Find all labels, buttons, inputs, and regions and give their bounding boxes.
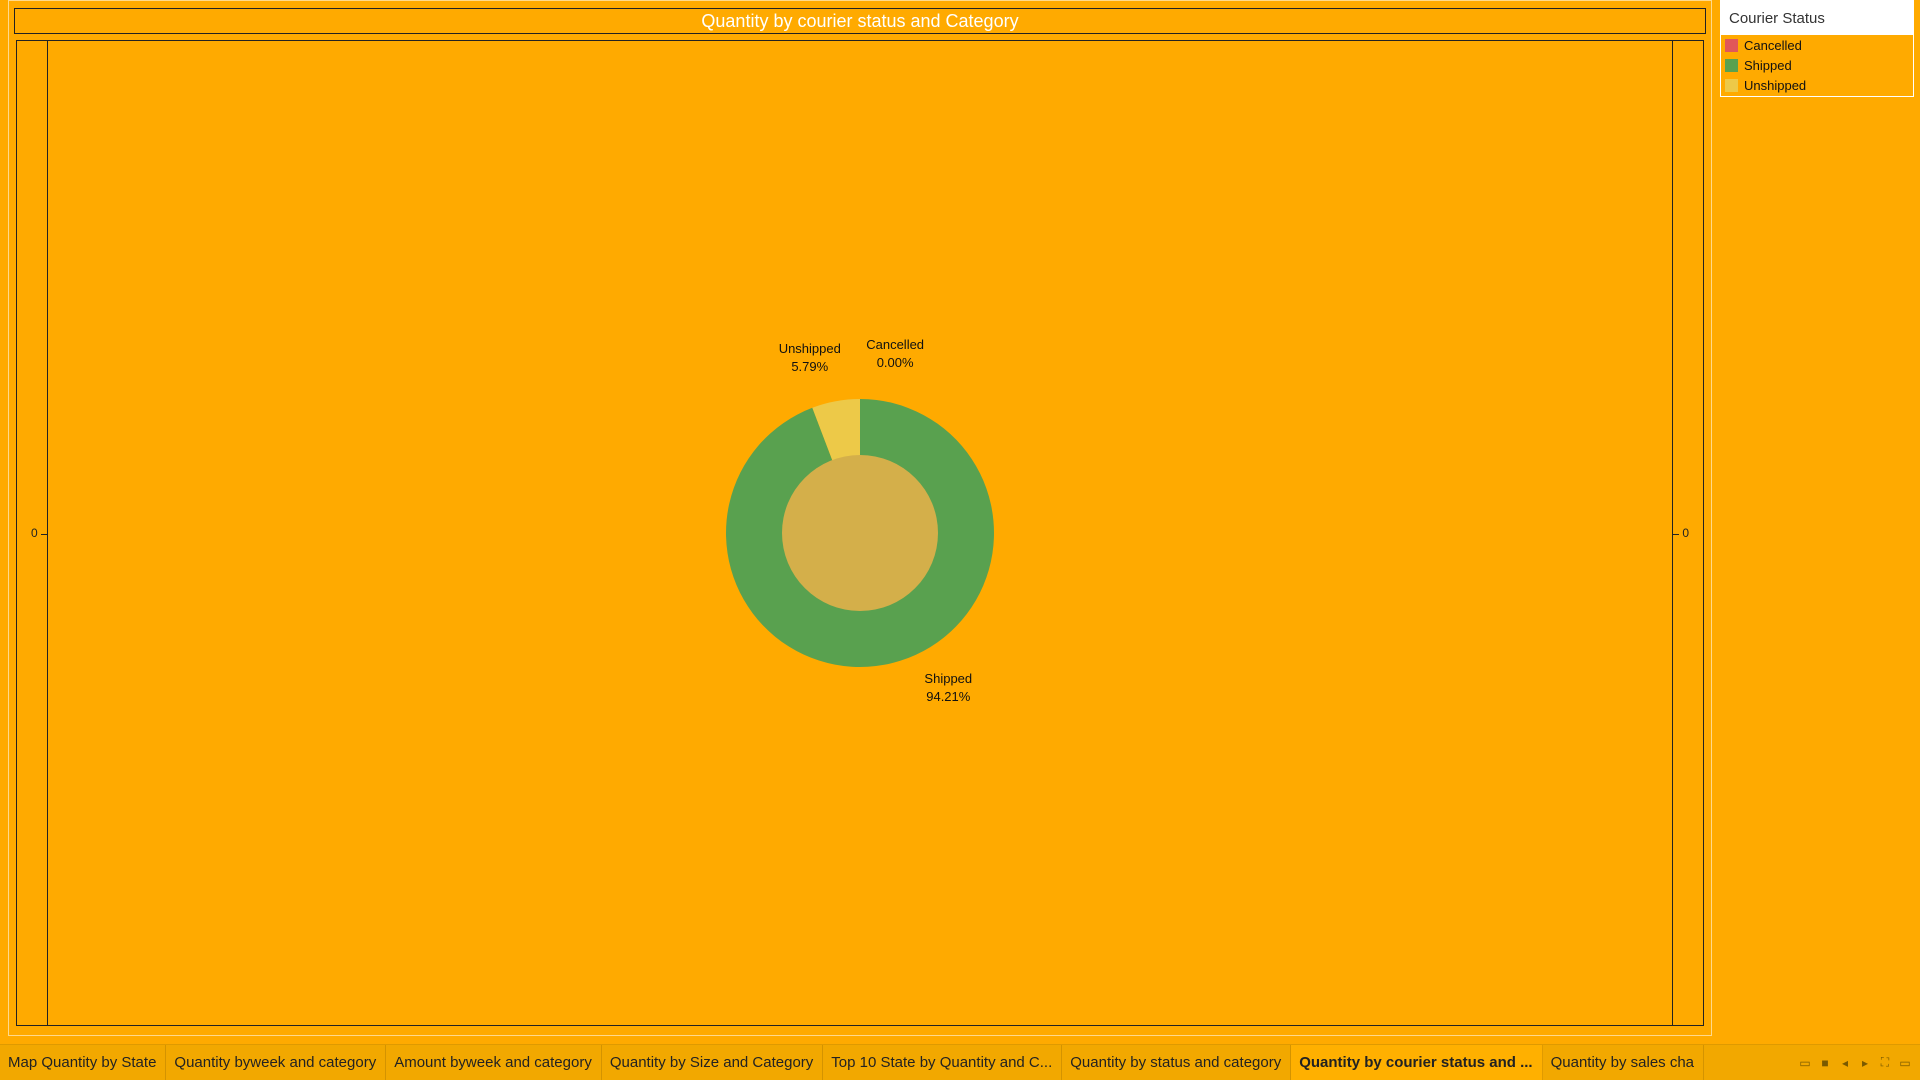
left-axis-tick-label: 0	[31, 526, 38, 540]
slice-label-cancelled: Cancelled 0.00%	[866, 336, 924, 372]
left-axis-line	[47, 41, 48, 1025]
sheet-tab[interactable]: Quantity by Size and Category	[602, 1045, 824, 1080]
legend-item-cancelled[interactable]: Cancelled	[1721, 35, 1913, 55]
legend-swatch-unshipped	[1725, 78, 1738, 92]
fullscreen-icon[interactable]: ⛶	[1878, 1055, 1892, 1070]
sheet-tab-bar: Map Quantity by State Quantity byweek and…	[0, 1044, 1920, 1080]
show-filmstrip-icon[interactable]: ■	[1818, 1056, 1832, 1070]
tab-bar-controls: ▭ ■ ◂ ▸ ⛶ ▭	[1790, 1045, 1920, 1080]
slice-label-name: Unshipped	[778, 340, 841, 356]
sheet-tab[interactable]: Amount byweek and category	[386, 1045, 602, 1080]
sheet-tabs: Map Quantity by State Quantity byweek and…	[0, 1045, 1790, 1080]
legend-swatch-shipped	[1725, 58, 1738, 72]
slice-label-name: Shipped	[924, 670, 973, 686]
plot-area[interactable]: 0 0	[16, 40, 1704, 1026]
legend-item-unshipped[interactable]: Unshipped	[1721, 75, 1913, 95]
right-axis-line	[1672, 41, 1673, 1025]
legend-title: Courier Status	[1721, 1, 1913, 35]
slice-label-name: Cancelled	[866, 337, 925, 353]
sheet-tab[interactable]: Quantity by status and category	[1062, 1045, 1292, 1080]
slice-label-unshipped: Unshipped 5.79%	[779, 340, 841, 376]
legend-courier-status[interactable]: Courier Status Cancelled Shipped Unshipp…	[1720, 0, 1914, 97]
chart-title-text: Quantity by courier status and Category	[701, 10, 1019, 31]
legend-swatch-cancelled	[1725, 38, 1738, 52]
slice-label-shipped: Shipped 94.21%	[924, 670, 972, 706]
sheet-tab[interactable]: Map Quantity by State	[0, 1045, 167, 1080]
presentation-mode-icon[interactable]: ▭	[1898, 1056, 1912, 1070]
left-axis-tick-mark	[41, 534, 47, 535]
sheet-tab[interactable]: Quantity by courier status and ...	[1291, 1045, 1543, 1080]
chart-title: Quantity by courier status and Category	[14, 8, 1706, 34]
scroll-tabs-right-icon[interactable]: ▸	[1858, 1056, 1872, 1070]
slice-label-percent: 5.79%	[791, 358, 829, 374]
scroll-tabs-left-icon[interactable]: ◂	[1838, 1056, 1852, 1070]
legend-label-unshipped: Unshipped	[1744, 77, 1807, 93]
legend-label-cancelled: Cancelled	[1744, 37, 1802, 53]
slice-label-percent: 94.21%	[926, 688, 971, 704]
show-sheet-sorter-icon[interactable]: ▭	[1798, 1056, 1812, 1070]
right-axis-tick-mark	[1673, 534, 1679, 535]
slice-label-percent: 0.00%	[876, 355, 914, 371]
right-axis-tick-label: 0	[1682, 526, 1689, 540]
sheet-tab[interactable]: Quantity by sales cha	[1543, 1045, 1705, 1080]
sheet-tab[interactable]: Top 10 State by Quantity and C...	[823, 1045, 1063, 1080]
legend-label-shipped: Shipped	[1744, 57, 1792, 73]
legend-item-shipped[interactable]: Shipped	[1721, 55, 1913, 75]
sheet-tab[interactable]: Quantity byweek and category	[166, 1045, 387, 1080]
